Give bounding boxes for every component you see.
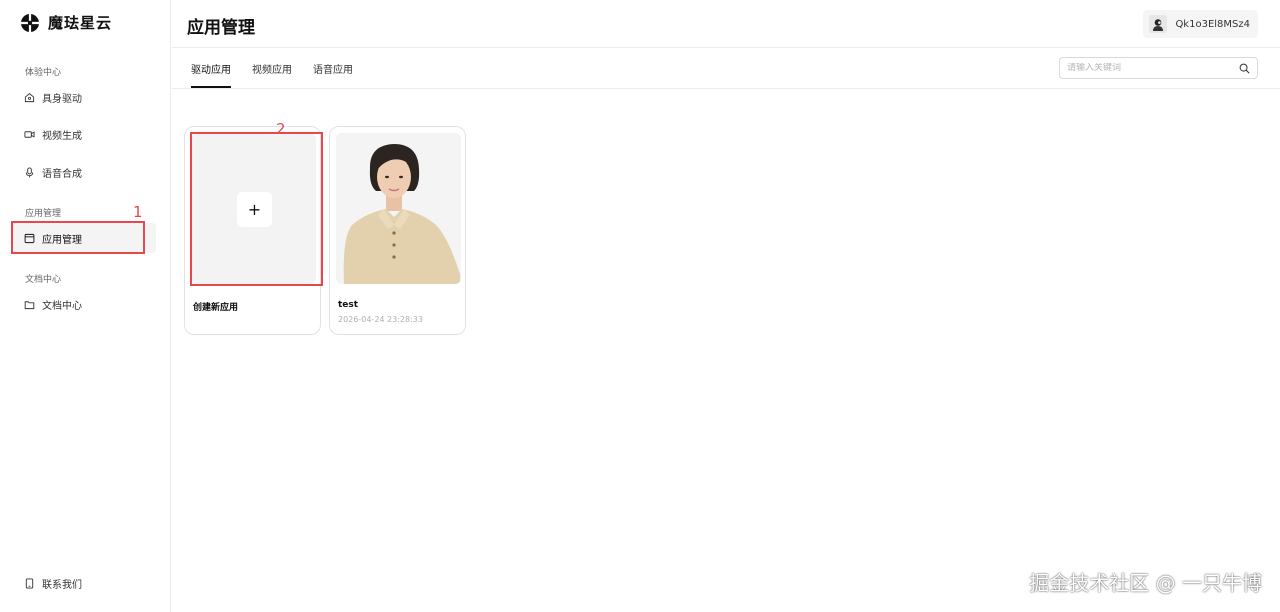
tabs-bar: 驱动应用 视频应用 语音应用 — [172, 48, 1280, 89]
search-box — [1059, 57, 1258, 79]
section-label-docs: 文档中心 — [25, 275, 62, 285]
section-label-app-management: 应用管理 — [25, 209, 62, 219]
logo[interactable]: 魔珐星云 — [20, 12, 112, 33]
section-label-experience: 体验中心 — [25, 68, 62, 78]
page-title: 应用管理 — [187, 18, 255, 38]
tab-drive-apps[interactable]: 驱动应用 — [191, 48, 231, 88]
card-title: test — [338, 300, 359, 310]
search-icon[interactable] — [1239, 59, 1250, 78]
sidebar-item-label: 视频生成 — [42, 130, 82, 142]
contact-us-label: 联系我们 — [42, 579, 82, 591]
annotation-number-1: 1 — [133, 203, 143, 221]
sidebar-item-embodied-drive[interactable]: 具身驱动 — [12, 82, 156, 112]
contact-us-link[interactable]: 联系我们 — [12, 568, 156, 598]
sidebar-item-docs[interactable]: 文档中心 — [12, 289, 156, 319]
sidebar-item-label: 文档中心 — [42, 300, 82, 312]
document-icon — [24, 299, 35, 310]
app-name: 魔珐星云 — [48, 14, 113, 32]
sidebar-item-label: 具身驱动 — [42, 93, 82, 105]
logo-icon — [21, 13, 39, 32]
app-card-test[interactable]: test 2026-04-24 23:28:33 — [329, 126, 466, 335]
search-input[interactable] — [1067, 63, 1239, 73]
sidebar-item-video-generation[interactable]: 视频生成 — [12, 119, 156, 149]
phone-icon — [24, 577, 35, 589]
watermark: 掘金技术社区 @ 一只牛博 — [1029, 571, 1262, 595]
home-icon — [24, 92, 35, 103]
sidebar: 魔珐星云 体验中心 具身驱动 视频生成 语音合成 应用管理 应用管理 文档中心 … — [0, 0, 171, 612]
microphone-icon — [24, 166, 35, 178]
digital-human-image — [336, 133, 461, 284]
header: 应用管理 Qk1o3El8MSz4 — [172, 0, 1280, 48]
video-icon — [24, 129, 35, 140]
avatar-icon — [1153, 19, 1164, 31]
app-avatar-image — [336, 133, 461, 284]
card-title: 创建新应用 — [193, 303, 239, 313]
sidebar-item-speech-synthesis[interactable]: 语音合成 — [12, 157, 156, 187]
annotation-box-2 — [190, 132, 323, 286]
app-root: 魔珐星云 体验中心 具身驱动 视频生成 语音合成 应用管理 应用管理 文档中心 … — [0, 0, 1280, 612]
avatar — [1149, 15, 1168, 33]
annotation-number-2: 2 — [276, 120, 286, 138]
card-timestamp: 2026-04-24 23:28:33 — [338, 315, 423, 324]
tab-video-apps[interactable]: 视频应用 — [252, 48, 292, 88]
annotation-box-1 — [11, 221, 145, 254]
username: Qk1o3El8MSz4 — [1175, 18, 1250, 30]
tab-speech-apps[interactable]: 语音应用 — [313, 48, 353, 88]
sidebar-item-label: 语音合成 — [42, 168, 82, 180]
user-menu[interactable]: Qk1o3El8MSz4 — [1143, 10, 1258, 38]
